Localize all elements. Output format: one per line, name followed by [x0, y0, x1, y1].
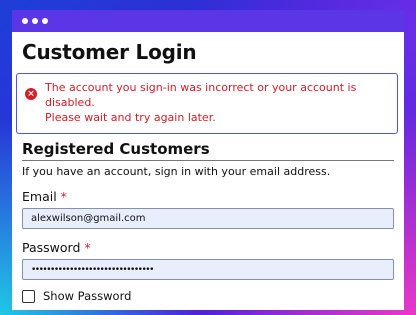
error-alert: × The account you sign-in was incorrect …: [16, 73, 398, 134]
window-dot-icon: [22, 18, 28, 24]
window-dot-icon: [32, 18, 38, 24]
email-field[interactable]: [22, 208, 394, 229]
password-label-text: Password: [22, 240, 81, 255]
required-mark: *: [84, 240, 91, 255]
password-field[interactable]: [22, 259, 394, 280]
login-content: Customer Login × The account you sign-in…: [12, 40, 404, 303]
password-label: Password *: [22, 240, 394, 255]
show-password-checkbox[interactable]: [22, 289, 35, 303]
email-label-text: Email: [22, 189, 57, 204]
page-title: Customer Login: [22, 40, 197, 64]
show-password-label[interactable]: Show Password: [43, 289, 131, 303]
section-helper-text: If you have an account, sign in with you…: [22, 165, 331, 178]
window-dot-icon: [42, 18, 48, 24]
section-title: Registered Customers: [22, 140, 394, 161]
window-titlebar: [12, 10, 404, 32]
show-password-row[interactable]: Show Password: [22, 289, 394, 303]
email-label: Email *: [22, 189, 394, 204]
required-mark: *: [60, 189, 67, 204]
login-window: Customer Login × The account you sign-in…: [12, 10, 404, 310]
alert-message: The account you sign-in was incorrect or…: [45, 80, 389, 125]
error-circle-icon: ×: [25, 88, 37, 100]
alert-message-line: The account you sign-in was incorrect or…: [45, 81, 357, 109]
alert-message-line: Please wait and try again later.: [45, 111, 216, 124]
